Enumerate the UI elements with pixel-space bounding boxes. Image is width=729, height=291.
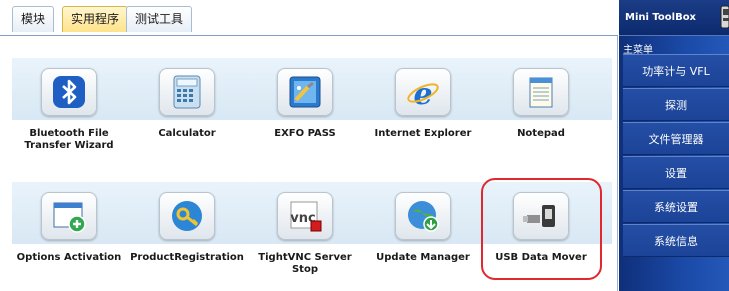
- menu-item-system-settings[interactable]: 系统设置: [623, 190, 729, 223]
- product-registration-icon: [159, 192, 215, 240]
- menu-item-file-manager[interactable]: 文件管理器: [623, 122, 729, 155]
- app-product-registration[interactable]: ProductRegistration: [128, 180, 246, 290]
- app-calculator[interactable]: Calculator: [128, 56, 246, 166]
- exfo-pass-icon: [277, 68, 333, 116]
- sidebar-header: Mini ToolBox: [619, 0, 729, 36]
- menu-item-system-info[interactable]: 系统信息: [623, 224, 729, 257]
- app-options-activation[interactable]: Options Activation: [10, 180, 128, 290]
- app-label: Bluetooth File Transfer Wizard: [24, 128, 114, 151]
- app-label: Update Manager: [376, 252, 470, 263]
- options-activation-icon: [41, 192, 97, 240]
- app-label: Calculator: [158, 128, 216, 139]
- mini-toolbox-sidebar: Mini ToolBox 主菜单 功率计与 VFL 探测 文件管理器 设置 系统…: [619, 0, 729, 291]
- app-label: Notepad: [517, 128, 565, 139]
- usb-data-mover-icon: [513, 192, 569, 240]
- app-internet-explorer[interactable]: e Internet Explorer: [364, 56, 482, 166]
- app-usb-data-mover[interactable]: USB Data Mover: [482, 180, 600, 290]
- tab-test-tools[interactable]: 测试工具: [126, 6, 193, 32]
- app-bluetooth-file-transfer[interactable]: Bluetooth File Transfer Wizard: [10, 56, 128, 166]
- menu-item-settings[interactable]: 设置: [623, 156, 729, 189]
- bluetooth-icon: [41, 68, 97, 116]
- sidebar-title: Mini ToolBox: [625, 12, 697, 23]
- svg-text:e: e: [413, 77, 432, 111]
- update-manager-icon: [395, 192, 451, 240]
- app-label: ProductRegistration: [130, 252, 244, 263]
- tab-utilities[interactable]: 实用程序: [62, 6, 129, 32]
- tab-modules[interactable]: 模块: [12, 6, 55, 32]
- app-label: USB Data Mover: [495, 252, 587, 263]
- app-notepad[interactable]: Notepad: [482, 56, 600, 166]
- app-exfo-pass[interactable]: EXFO PASS: [246, 56, 364, 166]
- calculator-icon: [159, 68, 215, 116]
- menu-item-power-meter-vfl[interactable]: 功率计与 VFL: [623, 54, 729, 87]
- app-label: EXFO PASS: [274, 128, 336, 139]
- app-update-manager[interactable]: Update Manager: [364, 180, 482, 290]
- internet-explorer-icon: e: [395, 68, 451, 116]
- tab-bar: 模块 实用程序 测试工具: [0, 0, 618, 36]
- app-label: Options Activation: [16, 252, 122, 263]
- tightvnc-icon: vnc: [277, 192, 333, 240]
- app-tightvnc-server-stop[interactable]: vnc TightVNC Server Stop: [246, 180, 364, 290]
- notepad-icon: [513, 68, 569, 116]
- menu-item-probe[interactable]: 探测: [623, 88, 729, 121]
- app-label: Internet Explorer: [374, 128, 472, 139]
- utilities-panel: 模块 实用程序 测试工具 Bluetooth File Transfer Wiz…: [0, 0, 618, 291]
- toolbox-icon: [720, 4, 729, 35]
- app-label: TightVNC Server Stop: [258, 252, 352, 275]
